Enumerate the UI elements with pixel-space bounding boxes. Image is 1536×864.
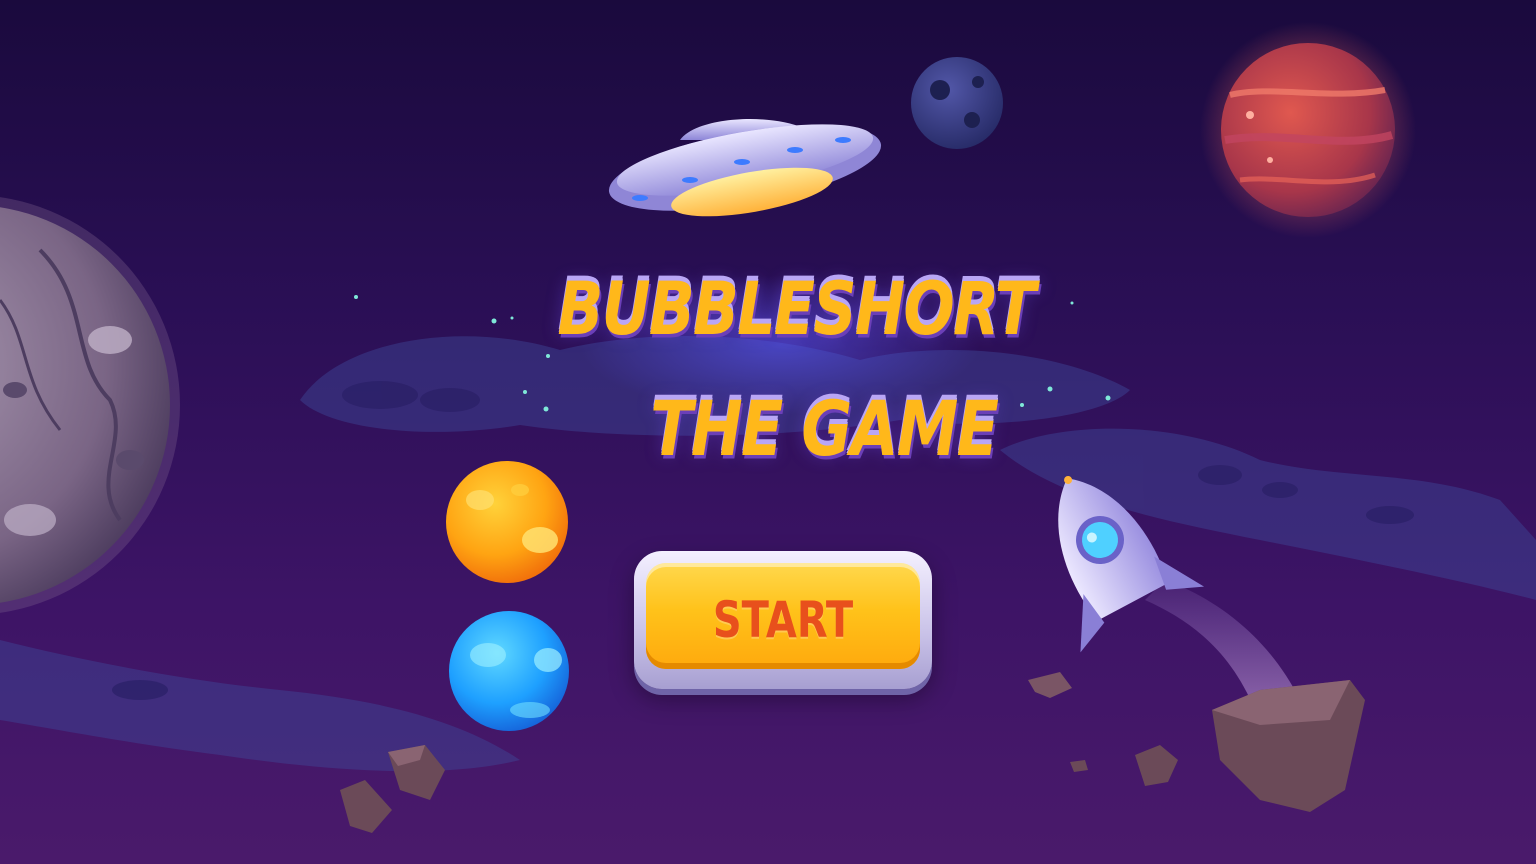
start-button-label[interactable]: START — [673, 591, 892, 649]
start-button-face[interactable]: START — [646, 563, 920, 669]
game-start-screen: BUBBLESHORT THE GAME START — [0, 0, 1536, 864]
orange-bubble-icon — [446, 461, 568, 583]
red-planet-icon — [1200, 22, 1416, 238]
game-title-line-1: BUBBLESHORT — [557, 265, 1036, 353]
moon-icon — [911, 57, 1003, 149]
start-button[interactable]: START — [634, 551, 932, 689]
blue-bubble-icon — [449, 611, 569, 731]
game-title-line-2: THE GAME — [650, 384, 999, 474]
ufo-icon — [608, 119, 882, 217]
